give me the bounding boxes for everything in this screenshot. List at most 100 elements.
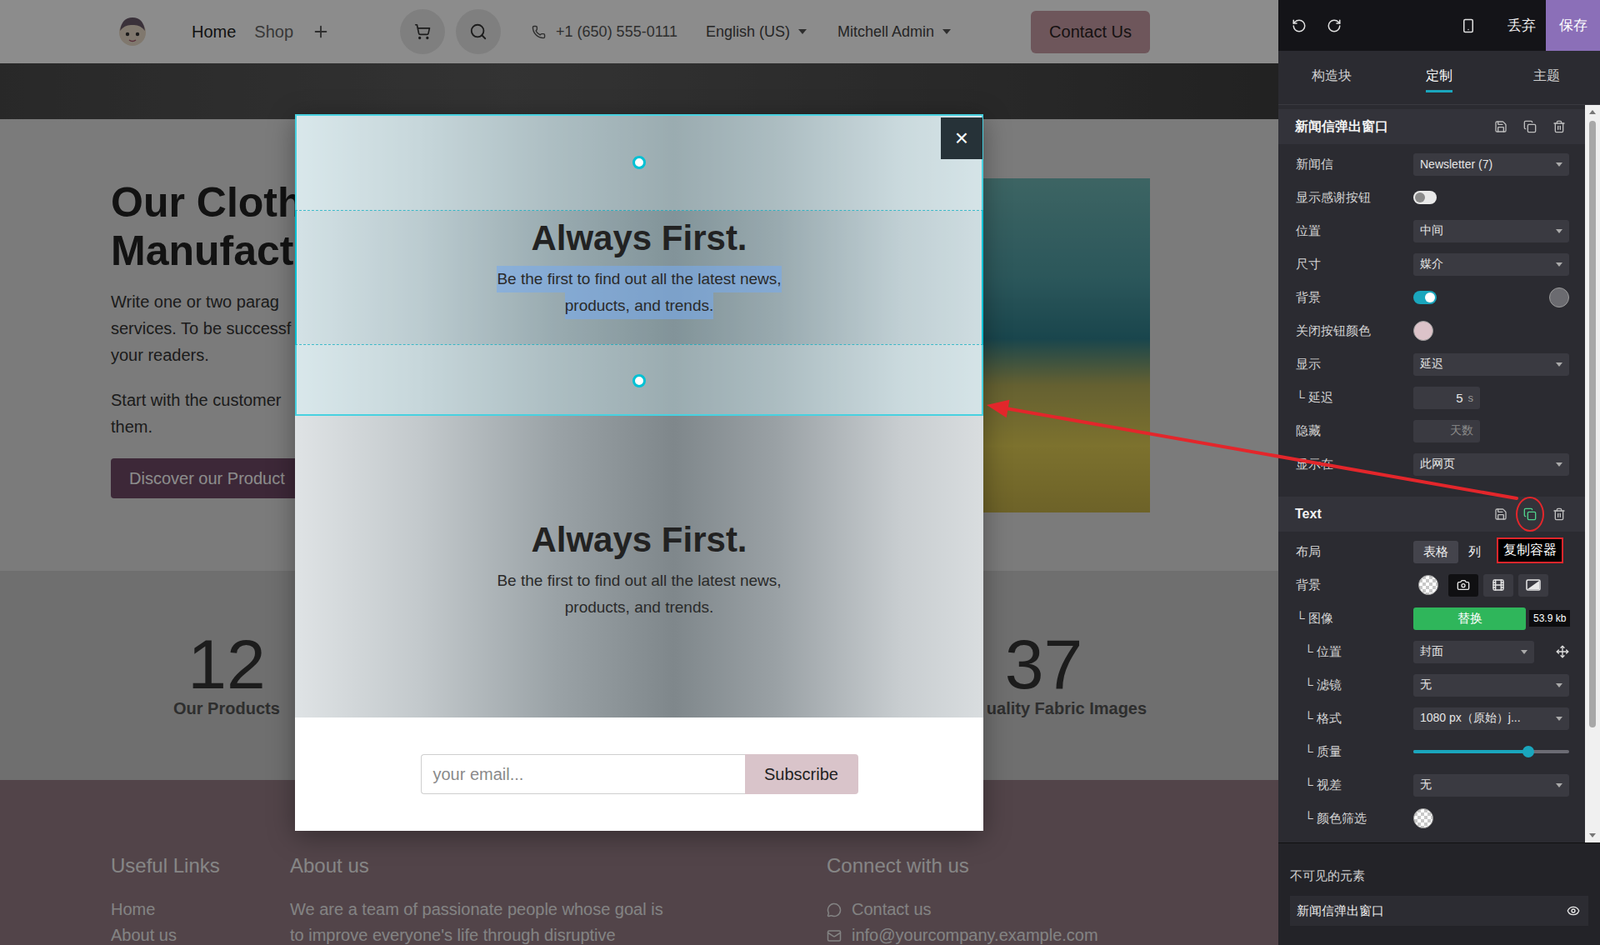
option-row: 显示延迟 [1278,347,1585,381]
move-icon[interactable] [1555,645,1570,659]
select-field[interactable]: 此网页 [1413,453,1570,476]
caret-icon [1555,262,1563,267]
select-field[interactable]: 无 [1413,674,1570,697]
copy-icon [1523,120,1537,134]
option-row: └ 延迟5s [1278,380,1585,415]
editor-tabs: 构造块定制主题 [1278,50,1600,105]
save-icon[interactable] [1494,120,1508,134]
website-editor: HomeShop+1 (650) 555-0111English (US)Mit… [0,0,1600,945]
color-swatch[interactable] [1413,320,1434,341]
options-scroll: 新闻信弹出窗口新闻信Newsletter (7)显示感谢按钮位置中间尺寸媒介背景… [1278,105,1600,843]
redo-icon[interactable] [1326,18,1342,34]
option-row: 尺寸媒介 [1278,247,1585,281]
layout-option[interactable]: 表格 [1413,540,1459,564]
text-field[interactable]: 天数 [1413,420,1480,443]
option-row: └ 格式1080 px（原始）j... [1278,701,1585,735]
editor-tab[interactable]: 定制 [1385,50,1494,105]
select-field[interactable]: 媒介 [1413,253,1570,276]
background-option[interactable] [1448,574,1479,597]
popup-text[interactable]: Be the first to find out all the latest … [496,265,781,320]
option-row: 背景 [1278,568,1585,602]
option-row: └ 质量 [1278,735,1585,769]
color-swatch[interactable] [1549,287,1570,308]
option-row: 新闻信Newsletter (7) [1278,147,1585,181]
option-row: 显示在此网页 [1278,447,1585,481]
select-field[interactable]: 中间 [1413,220,1570,243]
email-field[interactable]: your email... [420,754,745,795]
popup-block[interactable]: Always First. Be the first to find out al… [295,415,984,718]
section-header: Text复制容器 [1278,496,1585,532]
subscribe-button[interactable]: Subscribe [745,754,859,795]
color-swatch[interactable] [1413,808,1434,829]
camera-icon [1456,578,1470,592]
option-row: └ 颜色筛选 [1278,801,1585,835]
option-row: └ 图像替换53.9 kb [1278,601,1585,635]
copy-button[interactable] [1523,120,1537,134]
option-row: 显示感谢按钮 [1278,180,1585,215]
replace-button[interactable]: 替换 [1413,607,1526,630]
size-badge: 53.9 kb [1529,610,1570,627]
option-row: └ 视差无 [1278,768,1585,802]
editor-panel: 丢弃保存构造块定制主题新闻信弹出窗口新闻信Newsletter (7)显示感谢按… [1278,0,1600,945]
invisible-item[interactable]: 新闻信弹出窗口 [1290,895,1589,926]
website-page: HomeShop+1 (650) 555-0111English (US)Mit… [0,0,1279,945]
subscribe-bar: your email...Subscribe [295,717,984,831]
select-field[interactable]: 延迟 [1413,353,1570,376]
popup-title[interactable]: Always First. [530,217,747,260]
caret-icon [1555,716,1563,721]
option-row: 隐藏天数 [1278,414,1585,448]
caret-icon [1555,783,1563,788]
option-row: 位置中间 [1278,214,1585,248]
invisible-elements: 不可见的元素新闻信弹出窗口 [1278,842,1600,945]
editor-tab[interactable]: 构造块 [1278,50,1386,105]
save-button[interactable]: 保存 [1545,0,1600,51]
editor-tab[interactable]: 主题 [1492,50,1600,105]
quality-slider[interactable] [1413,750,1570,754]
background-option[interactable] [1483,574,1514,597]
number-field[interactable]: 5s [1413,386,1480,410]
popup-title[interactable]: Always First. [530,519,747,561]
toggle-switch[interactable] [1413,290,1437,305]
options-section: Text复制容器布局表格列背景└ 图像替换53.9 kb└ 位置封面└ 滤镜无└… [1278,496,1585,835]
section-header: 新闻信弹出窗口 [1278,109,1585,145]
save-icon[interactable] [1494,507,1508,521]
select-field[interactable]: Newsletter (7) [1413,153,1570,176]
option-row: └ 滤镜无 [1278,668,1585,702]
option-row: 背景 [1278,280,1585,315]
color-swatch[interactable] [1418,575,1439,595]
resize-handle[interactable] [632,155,646,170]
eye-icon[interactable] [1566,904,1580,918]
discard-button[interactable]: 丢弃 [1497,0,1546,51]
tooltip: 复制容器 [1496,537,1564,564]
caret-icon [1555,362,1563,367]
caret-icon [1555,162,1563,167]
select-field[interactable]: 无 [1413,774,1570,797]
copy-button[interactable]: 复制容器 [1523,507,1537,521]
popup-block[interactable]: Always First. Be the first to find out al… [295,114,984,416]
trash-icon[interactable] [1552,120,1566,134]
option-row: 关闭按钮颜色 [1278,314,1585,348]
newsletter-popup: × Always First. Be the first to find out a… [295,114,984,831]
layout-option[interactable]: 列 [1458,540,1491,564]
gradient-icon [1525,579,1541,591]
caret-icon [1555,462,1563,467]
mobile-icon[interactable] [1460,18,1476,34]
popup-text[interactable]: Be the first to find out all the latest … [496,567,781,621]
option-row: └ 位置封面 [1278,635,1585,669]
scrollbar-thumb[interactable] [1589,120,1596,728]
undo-icon[interactable] [1291,18,1307,34]
slider-knob[interactable] [1522,745,1535,758]
caret-icon [1555,229,1563,234]
trash-icon[interactable] [1552,507,1566,521]
scrollbar[interactable] [1585,105,1600,843]
close-button[interactable]: × [940,117,983,160]
copy-icon [1523,507,1537,521]
toggle-switch[interactable] [1413,190,1437,205]
film-icon [1491,578,1505,592]
resize-handle[interactable] [632,374,646,388]
caret-icon [1520,650,1528,655]
select-field[interactable]: 封面 [1413,640,1535,664]
background-option[interactable] [1518,574,1549,597]
caret-icon [1555,683,1563,688]
select-field[interactable]: 1080 px（原始）j... [1413,707,1570,730]
